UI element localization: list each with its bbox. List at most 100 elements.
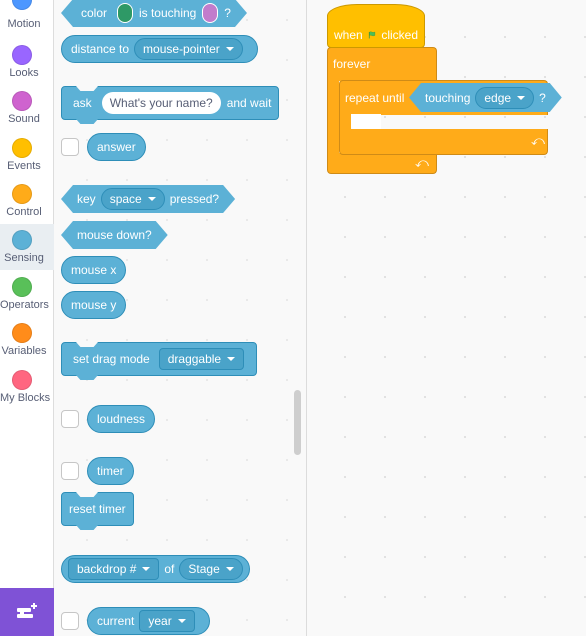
- current-year-block[interactable]: current year: [87, 607, 210, 635]
- category-sound[interactable]: Sound: [0, 91, 54, 137]
- caret-down-icon: [225, 567, 234, 571]
- green-flag-icon: [368, 31, 375, 39]
- category-label: My Blocks: [0, 392, 51, 404]
- current-monitor-checkbox[interactable]: [61, 612, 79, 630]
- dropdown-value: Stage: [188, 562, 220, 576]
- loudness-monitor-checkbox[interactable]: [61, 410, 79, 428]
- category-label: Variables: [1, 345, 47, 357]
- block-label: when: [334, 28, 363, 42]
- palette-scrollbar[interactable]: [294, 390, 301, 455]
- block-palette: color is touching ? distance to mouse-po…: [55, 0, 306, 636]
- category-menu: Motion Looks Sound Events Control Sensin…: [0, 0, 54, 636]
- control-dot-icon: [12, 184, 32, 204]
- touching-target-dropdown[interactable]: edge: [475, 87, 534, 109]
- timer-monitor-checkbox[interactable]: [61, 462, 79, 480]
- category-operators[interactable]: Operators: [0, 277, 54, 323]
- sensing-dot-icon: [12, 230, 32, 250]
- category-label: Events: [7, 160, 41, 172]
- caret-down-icon: [148, 197, 156, 201]
- add-extension-icon: [17, 603, 37, 618]
- distance-target-dropdown[interactable]: mouse-pointer: [134, 38, 243, 60]
- block-label: distance to: [71, 42, 130, 56]
- add-extension-button[interactable]: [0, 588, 54, 636]
- caret-down-icon: [142, 567, 151, 571]
- category-looks[interactable]: Looks: [0, 45, 54, 91]
- variables-dot-icon: [12, 323, 32, 343]
- when-flag-clicked-block[interactable]: when clicked: [327, 4, 425, 48]
- category-label: Motion: [7, 18, 41, 30]
- block-label: repeat until: [345, 91, 405, 105]
- caret-down-icon: [177, 619, 186, 623]
- dropdown-value: year: [148, 614, 172, 628]
- dropdown-value: edge: [484, 90, 512, 105]
- mouse-down-block[interactable]: mouse down?: [61, 221, 168, 249]
- events-dot-icon: [12, 138, 32, 158]
- ask-and-wait-block[interactable]: ask What's your name? and wait: [61, 86, 280, 120]
- block-label: ?: [539, 90, 546, 105]
- block-label: timer: [97, 464, 124, 478]
- loudness-block[interactable]: loudness: [87, 405, 156, 433]
- answer-monitor-checkbox[interactable]: [61, 138, 79, 156]
- category-my-blocks[interactable]: My Blocks: [0, 370, 54, 416]
- script-workspace[interactable]: when clicked forever ⤺ repeat until ⤺ to…: [307, 0, 586, 636]
- caret-down-icon: [227, 357, 236, 361]
- ask-question-input[interactable]: What's your name?: [101, 92, 221, 114]
- timer-block[interactable]: timer: [87, 457, 134, 485]
- scratch-editor: Motion Looks Sound Events Control Sensin…: [0, 0, 586, 636]
- block-label: mouse x: [71, 263, 117, 277]
- current-unit-dropdown[interactable]: year: [139, 610, 195, 632]
- loop-arrow-icon: ⤺: [415, 155, 429, 170]
- category-variables[interactable]: Variables: [0, 323, 54, 369]
- block-label: touching: [425, 90, 471, 105]
- backdrop-of-stage-block[interactable]: backdrop # of Stage: [61, 555, 250, 583]
- category-label: Operators: [0, 299, 49, 311]
- set-drag-mode-block[interactable]: set drag mode draggable: [61, 342, 258, 376]
- color-is-touching-block[interactable]: color is touching ?: [61, 0, 247, 27]
- my-blocks-dot-icon: [12, 370, 32, 390]
- block-label: set drag mode: [73, 352, 150, 366]
- dropdown-value: mouse-pointer: [143, 42, 220, 56]
- mouse-x-block[interactable]: mouse x: [61, 256, 127, 284]
- category-sensing[interactable]: Sensing: [0, 224, 54, 270]
- reset-timer-block[interactable]: reset timer: [61, 492, 134, 526]
- operators-dot-icon: [12, 277, 32, 297]
- looks-dot-icon: [12, 45, 32, 65]
- motion-dot-icon: [12, 0, 32, 10]
- category-label: Sound: [8, 113, 40, 125]
- loop-arrow-icon: ⤺: [531, 133, 545, 148]
- mouse-y-block[interactable]: mouse y: [61, 291, 127, 319]
- dropdown-value: draggable: [167, 352, 222, 366]
- category-motion[interactable]: Motion: [0, 0, 54, 44]
- block-label: ask: [73, 96, 92, 110]
- block-label: current: [97, 614, 135, 628]
- block-label: key: [77, 192, 96, 206]
- key-dropdown[interactable]: space: [101, 188, 165, 210]
- key-pressed-block[interactable]: key space pressed?: [61, 185, 235, 213]
- block-label: reset timer: [69, 502, 126, 516]
- touching-edge-block[interactable]: touching edge ?: [409, 83, 562, 112]
- property-dropdown[interactable]: backdrop #: [68, 558, 160, 580]
- category-label: Sensing: [4, 252, 44, 264]
- caret-down-icon: [225, 47, 234, 51]
- block-label: mouse y: [71, 298, 117, 312]
- answer-block[interactable]: answer: [87, 133, 146, 161]
- dropdown-value: backdrop #: [77, 562, 137, 576]
- category-events[interactable]: Events: [0, 138, 54, 184]
- dropdown-value: space: [109, 192, 142, 206]
- color-swatch-2[interactable]: [202, 3, 218, 23]
- repeat-until-block[interactable]: repeat until ⤺ touching edge ?: [339, 80, 548, 155]
- color-swatch-1[interactable]: [117, 3, 133, 23]
- block-label: clicked: [381, 28, 418, 42]
- block-label: forever: [333, 57, 371, 71]
- block-label: ?: [224, 6, 231, 20]
- category-label: Control: [6, 206, 42, 218]
- drag-mode-dropdown[interactable]: draggable: [158, 348, 245, 370]
- block-label: pressed?: [169, 192, 220, 206]
- block-label: is touching: [138, 6, 197, 20]
- sprite-dropdown[interactable]: Stage: [179, 558, 243, 580]
- block-label: and wait: [226, 96, 272, 110]
- block-label: answer: [97, 140, 136, 154]
- distance-to-block[interactable]: distance to mouse-pointer: [61, 35, 258, 63]
- category-label: Looks: [9, 67, 39, 79]
- caret-down-icon: [517, 96, 525, 100]
